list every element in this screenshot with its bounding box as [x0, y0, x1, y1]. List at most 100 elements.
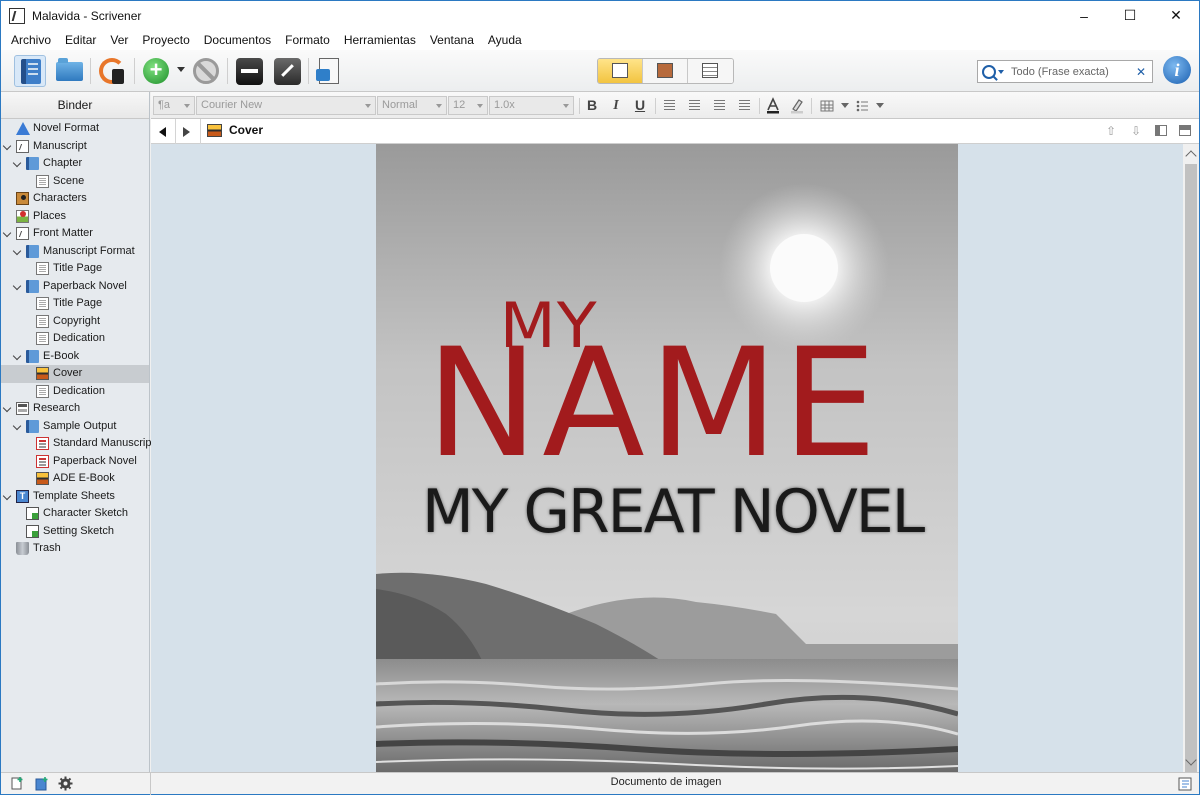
font-family-select[interactable]: Courier New — [196, 96, 376, 115]
outliner-view-button[interactable] — [688, 59, 733, 83]
binder-item[interactable]: Trash — [1, 540, 149, 558]
binder-item[interactable]: T Template Sheets — [1, 488, 149, 506]
menu-formato[interactable]: Formato — [278, 33, 337, 47]
inspector-button[interactable]: i — [1163, 56, 1191, 84]
sync-button[interactable] — [96, 55, 128, 87]
menu-archivo[interactable]: Archivo — [4, 33, 58, 47]
binder-item[interactable]: Setting Sketch — [1, 523, 149, 541]
add-document-button[interactable]: + — [140, 55, 172, 87]
delete-button[interactable] — [190, 55, 222, 87]
binder-item[interactable]: Paperback Novel — [1, 278, 149, 296]
back-arrow-icon[interactable] — [159, 127, 166, 137]
split-vertical-icon[interactable] — [1155, 125, 1167, 136]
binder-item[interactable]: Copyright — [1, 313, 149, 331]
chevron-down-icon[interactable] — [2, 228, 12, 238]
search-options-caret-icon[interactable] — [998, 69, 1004, 74]
binder-item[interactable]: Character Sketch — [1, 505, 149, 523]
maximize-button[interactable]: ☐ — [1107, 1, 1153, 30]
menu-ver[interactable]: Ver — [103, 33, 135, 47]
binder-item[interactable]: Dedication — [1, 383, 149, 401]
binder-item[interactable]: Front Matter — [1, 225, 149, 243]
binder-item[interactable]: Paperback Novel — [1, 453, 149, 471]
scrivenings-view-button[interactable] — [598, 59, 643, 83]
binder-item[interactable]: Research — [1, 400, 149, 418]
binder-toggle-button[interactable] — [14, 55, 46, 87]
binder-item[interactable]: E-Book — [1, 348, 149, 366]
line-spacing-select[interactable]: 1.0x — [489, 96, 574, 115]
bold-button[interactable]: B — [583, 96, 601, 115]
binder-item[interactable]: Characters — [1, 190, 149, 208]
gear-icon[interactable] — [58, 776, 73, 791]
forward-arrow-icon[interactable] — [183, 127, 190, 137]
italic-button[interactable]: I — [607, 96, 625, 115]
binder-item[interactable]: Novel Format — [1, 120, 149, 138]
align-justify-icon[interactable] — [714, 100, 725, 110]
binder-item[interactable]: Manuscript — [1, 138, 149, 156]
split-horizontal-icon[interactable] — [1179, 125, 1191, 136]
previous-document-arrow-icon[interactable]: ⇧ — [1104, 124, 1118, 138]
highlight-button[interactable] — [788, 96, 806, 115]
search-field[interactable]: Todo (Frase exacta) ✕ — [977, 60, 1153, 83]
chevron-down-icon[interactable] — [12, 158, 22, 168]
menu-ayuda[interactable]: Ayuda — [481, 33, 529, 47]
next-document-arrow-icon[interactable]: ⇩ — [1129, 124, 1143, 138]
search-icon[interactable] — [982, 64, 996, 79]
scroll-up-arrow-icon[interactable] — [1185, 150, 1197, 162]
manuscript-icon — [16, 139, 29, 153]
binder-item[interactable]: Title Page — [1, 295, 149, 313]
menu-documentos[interactable]: Documentos — [197, 33, 278, 47]
binder-item[interactable]: Manuscript Format — [1, 243, 149, 261]
font-size-select[interactable]: 12 — [448, 96, 488, 115]
menu-ventana[interactable]: Ventana — [423, 33, 481, 47]
typeface-select[interactable]: Normal — [377, 96, 447, 115]
paragraph-style-select[interactable]: ¶a — [153, 96, 195, 115]
editor-scrollbar[interactable] — [1183, 144, 1199, 786]
align-center-icon[interactable] — [689, 100, 700, 110]
compile-button[interactable] — [314, 55, 346, 87]
folder-icon — [26, 244, 39, 258]
corkboard-view-button[interactable] — [643, 59, 688, 83]
add-document-footer-icon[interactable] — [10, 776, 25, 791]
close-button[interactable]: ✕ — [1153, 1, 1199, 30]
table-dropdown-caret-icon[interactable] — [841, 103, 849, 108]
binder-item[interactable]: Chapter — [1, 155, 149, 173]
binder-item[interactable]: Cover — [1, 365, 149, 383]
document-notes-footer-icon[interactable] — [1178, 776, 1193, 791]
prohibited-icon — [193, 58, 219, 84]
list-button[interactable] — [853, 96, 871, 115]
chevron-down-icon[interactable] — [2, 403, 12, 413]
binder-item[interactable]: Places — [1, 208, 149, 226]
binder-item[interactable]: ADE E-Book — [1, 470, 149, 488]
document-title[interactable]: Cover — [229, 123, 263, 137]
table-button[interactable] — [818, 96, 836, 115]
clear-search-icon[interactable]: ✕ — [1136, 65, 1152, 79]
chevron-down-icon[interactable] — [12, 351, 22, 360]
menu-proyecto[interactable]: Proyecto — [135, 33, 196, 47]
image-document-icon[interactable] — [207, 124, 222, 137]
collections-button[interactable] — [53, 55, 85, 87]
chevron-down-icon[interactable] — [2, 491, 12, 500]
list-dropdown-caret-icon[interactable] — [876, 103, 884, 108]
fullscreen-button[interactable] — [271, 55, 303, 87]
text-color-button[interactable] — [764, 96, 782, 115]
underline-button[interactable]: U — [631, 96, 649, 115]
add-dropdown-caret-icon[interactable] — [177, 67, 185, 72]
chevron-down-icon[interactable] — [12, 421, 22, 430]
chevron-down-icon[interactable] — [12, 246, 22, 255]
align-right-icon[interactable] — [739, 100, 750, 110]
binder-item[interactable]: Sample Output — [1, 418, 149, 436]
chevron-down-icon[interactable] — [2, 141, 12, 150]
binder-item[interactable]: Standard Manuscript — [1, 435, 155, 453]
minimize-button[interactable]: – — [1061, 1, 1107, 30]
menu-editar[interactable]: Editar — [58, 33, 103, 47]
compose-mode-button[interactable] — [233, 55, 265, 87]
add-folder-footer-icon[interactable] — [34, 776, 49, 791]
binder-item[interactable]: Dedication — [1, 330, 149, 348]
chevron-down-icon[interactable] — [12, 281, 22, 290]
binder-item[interactable]: Scene — [1, 173, 149, 191]
menu-herramientas[interactable]: Herramientas — [337, 33, 423, 47]
binder-item[interactable]: Title Page — [1, 260, 149, 278]
align-left-icon[interactable] — [664, 100, 675, 110]
cover-image[interactable]: MY NAME MY GREAT NOVEL — [376, 144, 958, 772]
scrollbar-thumb[interactable] — [1185, 164, 1197, 786]
